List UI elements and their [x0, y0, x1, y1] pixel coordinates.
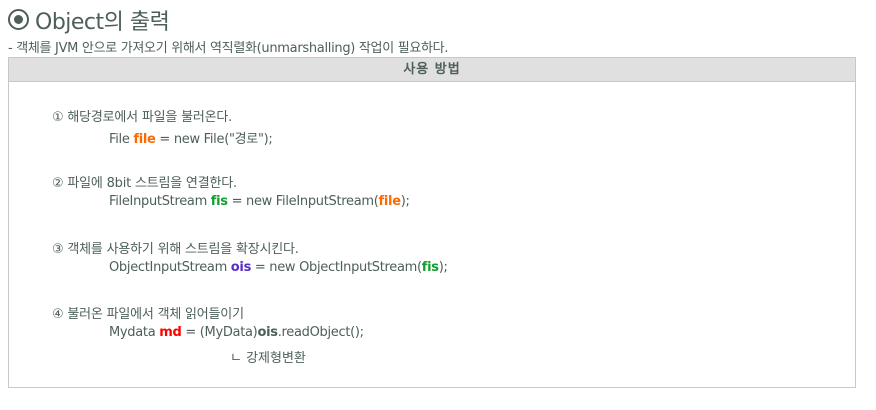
- step-2-code: FileInputStream fis = new FileInputStrea…: [109, 194, 410, 209]
- step-2-label: ② 파일에 8bit 스트림을 연결한다.: [52, 176, 237, 191]
- code-text: = (MyData): [181, 325, 258, 340]
- code-text: );: [400, 194, 410, 209]
- code-text: = new ObjectInputStream(: [251, 260, 422, 275]
- code-text: .readObject();: [277, 325, 364, 340]
- code-text: = new FileInputStream(: [227, 194, 379, 209]
- radio-bullet-icon: [8, 9, 29, 30]
- code-text: = new File("경로");: [155, 132, 273, 147]
- step-4-code: Mydata md = (MyData)ois.readObject();: [109, 325, 364, 340]
- code-var: ois: [257, 325, 278, 340]
- code-text: );: [438, 260, 448, 275]
- code-var: file: [378, 194, 401, 209]
- page-title: Object의 출력: [8, 4, 170, 36]
- step-4-label: ④ 불러온 파일에서 객체 읽어들이기: [52, 307, 244, 322]
- code-var: file: [133, 132, 156, 147]
- code-text: File: [109, 132, 134, 147]
- step-1-code: File file = new File("경로");: [109, 128, 273, 147]
- code-var: fis: [210, 194, 228, 209]
- step-1-label: ① 해당경로에서 파일을 불러온다.: [52, 110, 233, 125]
- code-var: ois: [230, 260, 252, 275]
- title-text: Object의 출력: [35, 10, 170, 35]
- step-3-code: ObjectInputStream ois = new ObjectInputS…: [109, 260, 448, 275]
- code-text: FileInputStream: [109, 194, 211, 209]
- code-text: Mydata: [109, 325, 160, 340]
- code-text: ObjectInputStream: [109, 260, 231, 275]
- description: - 객체를 JVM 안으로 가져오기 위해서 역직렬화(unmarshallin…: [8, 41, 449, 56]
- cast-note: ㄴ 강제형변환: [230, 351, 306, 366]
- code-var: md: [159, 325, 182, 340]
- code-var: fis: [421, 260, 439, 275]
- usage-box-header: 사용 방법: [9, 58, 855, 82]
- step-3-label: ③ 객체를 사용하기 위해 스트림을 확장시킨다.: [52, 242, 299, 257]
